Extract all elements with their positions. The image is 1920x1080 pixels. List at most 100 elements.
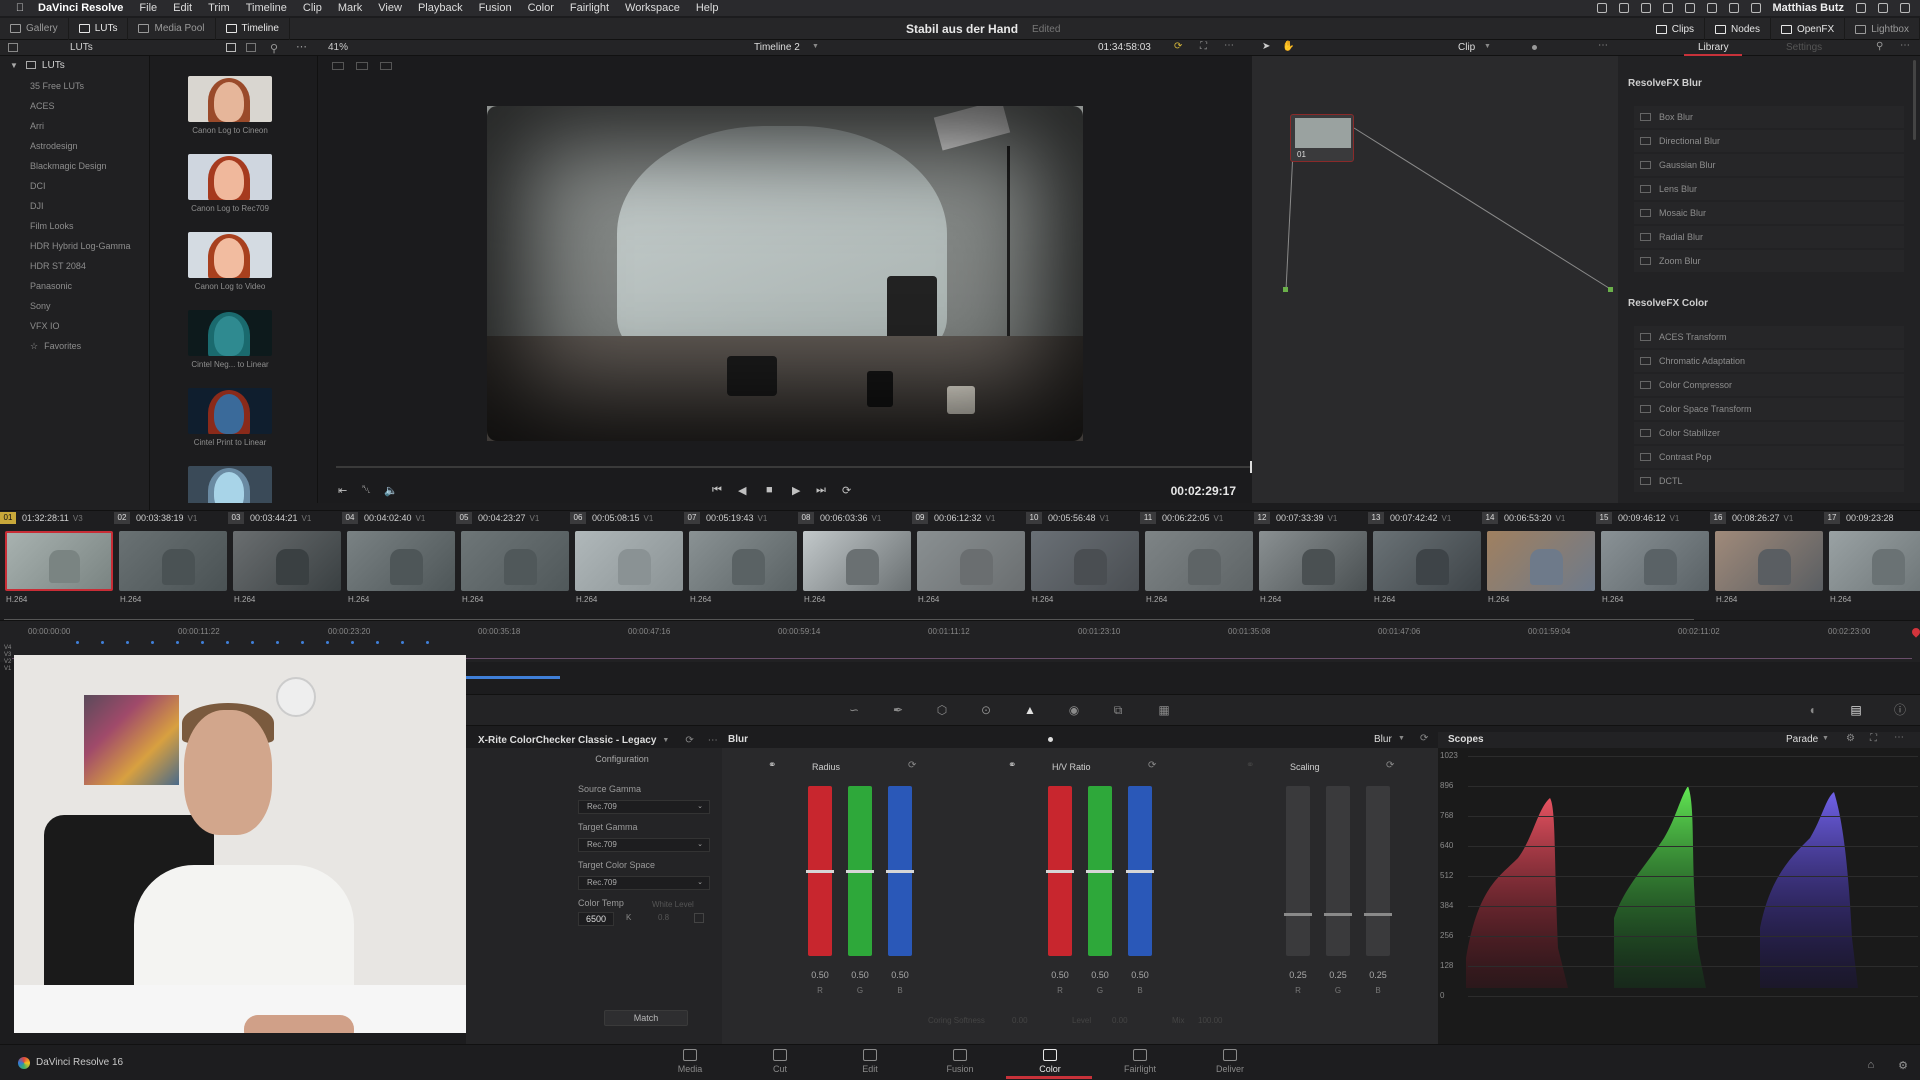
tree-item-favorites[interactable]: ☆ Favorites	[0, 336, 149, 356]
page-edit[interactable]: Edit	[830, 1049, 910, 1074]
scope-settings-icon[interactable]: ⚙	[1846, 733, 1855, 744]
tree-item-arri[interactable]: Arri	[0, 116, 149, 136]
menu-fairlight[interactable]: Fairlight	[570, 2, 609, 14]
fx-contrast-pop[interactable]: Contrast Pop	[1634, 446, 1904, 468]
blur-slider-b[interactable]	[886, 786, 914, 956]
lut-card-partial[interactable]	[188, 466, 272, 503]
clip-11[interactable]: 11 00:06:22:05 V1 H.264	[1140, 511, 1254, 611]
clip-09[interactable]: 09 00:06:12:32 V1 H.264	[912, 511, 1026, 611]
window-icon[interactable]: ⬡	[934, 703, 950, 717]
white-level-input[interactable]: 0.8	[658, 913, 669, 922]
timeline-button[interactable]: Timeline	[216, 17, 290, 40]
search-icon[interactable]: ⚲	[270, 42, 278, 55]
page-deliver[interactable]: Deliver	[1190, 1049, 1270, 1074]
tree-item-35-free-luts[interactable]: 35 Free LUTs	[0, 76, 149, 96]
target-gamma-select[interactable]: Rec.709 ⌄	[578, 838, 710, 852]
fx-dctl[interactable]: DCTL	[1634, 470, 1904, 492]
blur-slider-b[interactable]	[1364, 786, 1392, 956]
fx-directional-blur[interactable]: Directional Blur	[1634, 130, 1904, 152]
tree-item-film-looks[interactable]: Film Looks	[0, 216, 149, 236]
sizing-icon[interactable]: ⧉	[1110, 703, 1126, 717]
zoom-level[interactable]: 41%	[328, 42, 348, 53]
fx-aces-transform[interactable]: ACES Transform	[1634, 326, 1904, 348]
tab-settings[interactable]: Settings	[1786, 42, 1822, 53]
clip-options-icon[interactable]: ⇤	[338, 484, 347, 497]
fx-color-compressor[interactable]: Color Compressor	[1634, 374, 1904, 396]
library-scrollbar[interactable]	[1913, 60, 1916, 140]
reset-icon[interactable]: ⟳	[1148, 760, 1156, 771]
cloud-icon[interactable]	[1618, 3, 1629, 13]
link-icon[interactable]: ⚭	[768, 760, 776, 771]
blur-icon[interactable]: ▲	[1022, 703, 1038, 717]
link-icon[interactable]: ⚭	[1008, 760, 1016, 771]
slider-knob[interactable]	[1324, 913, 1352, 916]
clip-05[interactable]: 05 00:04:23:27 V1 H.264	[456, 511, 570, 611]
level-value[interactable]: 0.00	[1112, 1016, 1128, 1025]
grid-view-icon[interactable]	[226, 43, 236, 52]
dropbox-icon[interactable]	[1640, 3, 1651, 13]
coring-value[interactable]: 0.00	[1012, 1016, 1028, 1025]
slider-value[interactable]: 0.50	[1125, 970, 1155, 980]
slider-knob[interactable]	[1284, 913, 1312, 916]
more-icon[interactable]: ⋯	[708, 735, 718, 746]
slider-knob[interactable]	[1126, 870, 1154, 873]
go-to-start-icon[interactable]: ⏮	[712, 484, 722, 497]
timeline-name[interactable]: Timeline 2	[754, 42, 800, 53]
blur-mode[interactable]: Blur	[1374, 734, 1392, 745]
white-level-checkbox[interactable]	[694, 913, 704, 923]
more-icon[interactable]: ⋯	[1224, 40, 1234, 51]
timeline-playhead[interactable]	[1910, 626, 1920, 638]
spotlight-icon[interactable]	[1856, 3, 1866, 13]
notification-icon[interactable]	[1900, 3, 1910, 13]
source-gamma-select[interactable]: Rec.709 ⌄	[578, 800, 710, 814]
fx-lens-blur[interactable]: Lens Blur	[1634, 178, 1904, 200]
slider-knob[interactable]	[1046, 870, 1074, 873]
clip-06[interactable]: 06 00:05:08:15 V1 H.264	[570, 511, 684, 611]
panel-toggle-icon[interactable]	[8, 43, 18, 52]
menu-help[interactable]: Help	[696, 2, 719, 14]
slider-value[interactable]: 0.50	[805, 970, 835, 980]
timemachine-icon[interactable]	[1684, 3, 1695, 13]
openfx-button[interactable]: OpenFX	[1771, 18, 1846, 40]
lut-card-cintel-neg-linear[interactable]: Cintel Neg... to Linear	[188, 310, 272, 369]
slider-knob[interactable]	[806, 870, 834, 873]
volume-icon[interactable]: 🔈	[384, 484, 398, 497]
slider-value[interactable]: 0.50	[885, 970, 915, 980]
clip-02[interactable]: 02 00:03:38:19 V1 H.264	[114, 511, 228, 611]
gallery-button[interactable]: Gallery	[0, 17, 69, 40]
slider-knob[interactable]	[1086, 870, 1114, 873]
clip-16[interactable]: 16 00:08:26:27 V1 H.264	[1710, 511, 1824, 611]
menu-timeline[interactable]: Timeline	[246, 2, 287, 14]
clips-button[interactable]: Clips	[1646, 18, 1706, 40]
slider-knob[interactable]	[886, 870, 914, 873]
blur-slider-r[interactable]	[1046, 786, 1074, 956]
fx-chromatic-adaptation[interactable]: Chromatic Adaptation	[1634, 350, 1904, 372]
mute-icon[interactable]: ␀	[362, 484, 371, 497]
tree-item-sony[interactable]: Sony	[0, 296, 149, 316]
menu-fusion[interactable]: Fusion	[479, 2, 512, 14]
fx-color-space-transform[interactable]: Color Space Transform	[1634, 398, 1904, 420]
color-match-title[interactable]: X-Rite ColorChecker Classic - Legacy	[478, 735, 656, 746]
target-space-select[interactable]: Rec.709 ⌄	[578, 876, 710, 890]
tree-item-aces[interactable]: ACES	[0, 96, 149, 116]
lut-card-canon-cineon[interactable]: Canon Log to Cineon	[188, 76, 272, 135]
tree-item-blackmagic-design[interactable]: Blackmagic Design	[0, 156, 149, 176]
blur-slider-g[interactable]	[846, 786, 874, 956]
transform-icon[interactable]	[380, 62, 392, 70]
fx-mosaic-blur[interactable]: Mosaic Blur	[1634, 202, 1904, 224]
chevron-down-icon[interactable]: ▼	[1822, 735, 1829, 742]
list-view-icon[interactable]	[246, 43, 256, 52]
slider-knob[interactable]	[846, 870, 874, 873]
loop-icon[interactable]: ⟳	[1174, 41, 1182, 52]
curves-icon[interactable]: ∽	[846, 703, 862, 717]
blur-slider-g[interactable]	[1324, 786, 1352, 956]
key-icon[interactable]: ◉	[1066, 703, 1082, 717]
pointer-icon[interactable]: ➤	[1262, 41, 1270, 52]
tree-item-hdr-hlg[interactable]: HDR Hybrid Log-Gamma	[0, 236, 149, 256]
clip-14[interactable]: 14 00:06:53:20 V1 H.264	[1482, 511, 1596, 611]
play-icon[interactable]: ▶	[792, 484, 800, 497]
tree-item-dji[interactable]: DJI	[0, 196, 149, 216]
media-pool-button[interactable]: Media Pool	[128, 17, 216, 40]
clip-08[interactable]: 08 00:06:03:36 V1 H.264	[798, 511, 912, 611]
tree-item-astrodesign[interactable]: Astrodesign	[0, 136, 149, 156]
